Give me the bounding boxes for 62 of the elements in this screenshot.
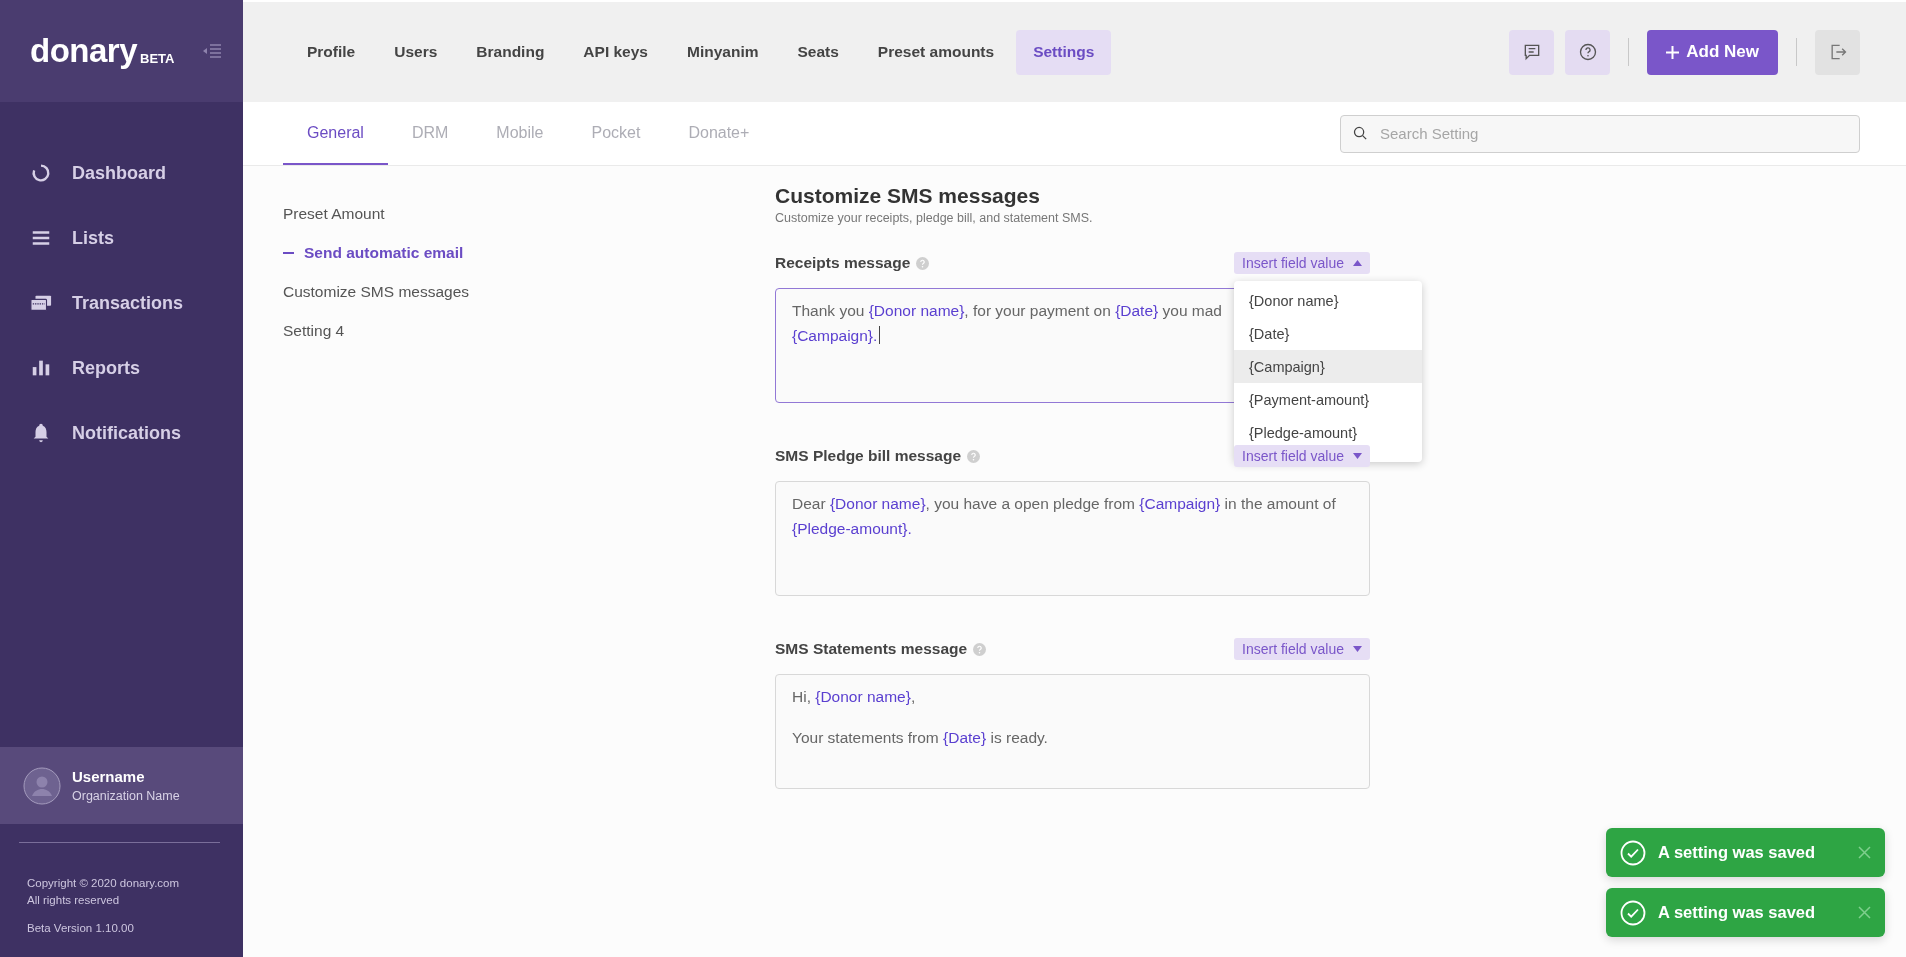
logo: donary bbox=[30, 32, 138, 70]
check-circle-icon bbox=[1620, 899, 1646, 926]
user-name: Username bbox=[72, 768, 146, 785]
nav-item[interactable]: Transactions bbox=[0, 283, 235, 323]
beta-label: BETA bbox=[140, 50, 175, 66]
dash-icon bbox=[283, 252, 294, 254]
nav-tab[interactable]: Users bbox=[377, 29, 455, 75]
section-title: Customize SMS messages bbox=[775, 183, 1041, 209]
caret-icon bbox=[1353, 453, 1362, 459]
collapse-menu-icon[interactable] bbox=[203, 44, 221, 58]
caret-icon bbox=[1353, 260, 1362, 266]
field-label: SMS Statements message bbox=[775, 640, 968, 658]
nav-item[interactable]: Reports bbox=[0, 348, 235, 388]
nav-item[interactable]: Notifications bbox=[0, 413, 235, 453]
section-subtitle: Customize your receipts, pledge bill, and statement SMS. bbox=[775, 210, 1094, 226]
nav-tab[interactable]: Settings bbox=[1016, 29, 1112, 75]
help-button[interactable] bbox=[1565, 29, 1611, 75]
nav-tab[interactable]: Minyanim bbox=[670, 29, 776, 75]
insert-field-dropdown[interactable]: Insert field value bbox=[1234, 638, 1370, 660]
plus-icon bbox=[1666, 45, 1680, 59]
insert-field-dropdown[interactable]: Insert field value bbox=[1234, 445, 1370, 467]
nav-item[interactable]: Dashboard bbox=[0, 153, 235, 193]
help-icon bbox=[916, 256, 930, 270]
search-field[interactable]: Search Setting bbox=[1340, 114, 1860, 153]
copyright-text: Copyright © 2020 donary.com bbox=[27, 876, 181, 891]
settings-link[interactable]: Setting 4 bbox=[283, 319, 775, 343]
nav-tab[interactable]: Profile bbox=[290, 29, 373, 75]
section-tab[interactable]: General bbox=[283, 102, 388, 165]
add-new-button[interactable]: Add New bbox=[1647, 29, 1778, 75]
caret-icon bbox=[1353, 646, 1362, 652]
check-circle-icon bbox=[1620, 839, 1646, 866]
text-cursor bbox=[879, 326, 881, 344]
message-field[interactable]: Dear {Donor name}, you have a open pledge from {Campaign} in the amount of {Pledge-amount}. bbox=[775, 481, 1370, 596]
rights-text: All rights reserved bbox=[27, 893, 121, 908]
close-icon[interactable] bbox=[1858, 846, 1871, 859]
field-label: SMS Pledge bill message bbox=[775, 447, 962, 465]
close-icon[interactable] bbox=[1858, 906, 1871, 919]
help-icon bbox=[973, 642, 987, 656]
avatar-icon bbox=[23, 766, 61, 805]
help-icon bbox=[967, 449, 981, 463]
nav-item[interactable]: Lists bbox=[0, 218, 235, 258]
logout-button[interactable] bbox=[1815, 29, 1860, 75]
settings-link[interactable]: Send automatic email bbox=[283, 241, 775, 265]
dashboard-icon bbox=[30, 162, 52, 184]
nav-tab[interactable]: Seats bbox=[780, 29, 856, 75]
message-field[interactable]: Hi, {Donor name}, Your statements from {Date} is ready. bbox=[775, 674, 1370, 789]
dropdown-option[interactable]: {Campaign} bbox=[1234, 350, 1422, 383]
search-icon bbox=[1352, 124, 1369, 142]
user-panel[interactable]: Username Organization Name bbox=[0, 747, 243, 824]
help-icon bbox=[1577, 42, 1598, 62]
organization-name: Organization Name bbox=[72, 789, 180, 803]
settings-link[interactable]: Customize SMS messages bbox=[283, 280, 775, 304]
nav-tab[interactable]: API keys bbox=[566, 29, 665, 75]
settings-link[interactable]: Preset Amount bbox=[283, 202, 775, 226]
toast-message: A setting was saved bbox=[1658, 903, 1816, 922]
insert-field-dropdown[interactable]: Insert field value bbox=[1234, 252, 1370, 274]
chat-button[interactable] bbox=[1509, 29, 1555, 75]
toast-message: A setting was saved bbox=[1658, 843, 1816, 862]
version-text: Beta Version 1.10.00 bbox=[27, 921, 135, 936]
field-label: Receipts message bbox=[775, 254, 911, 272]
nav-tab[interactable]: Preset amounts bbox=[860, 29, 1012, 75]
nav-tab[interactable]: Branding bbox=[459, 29, 562, 75]
